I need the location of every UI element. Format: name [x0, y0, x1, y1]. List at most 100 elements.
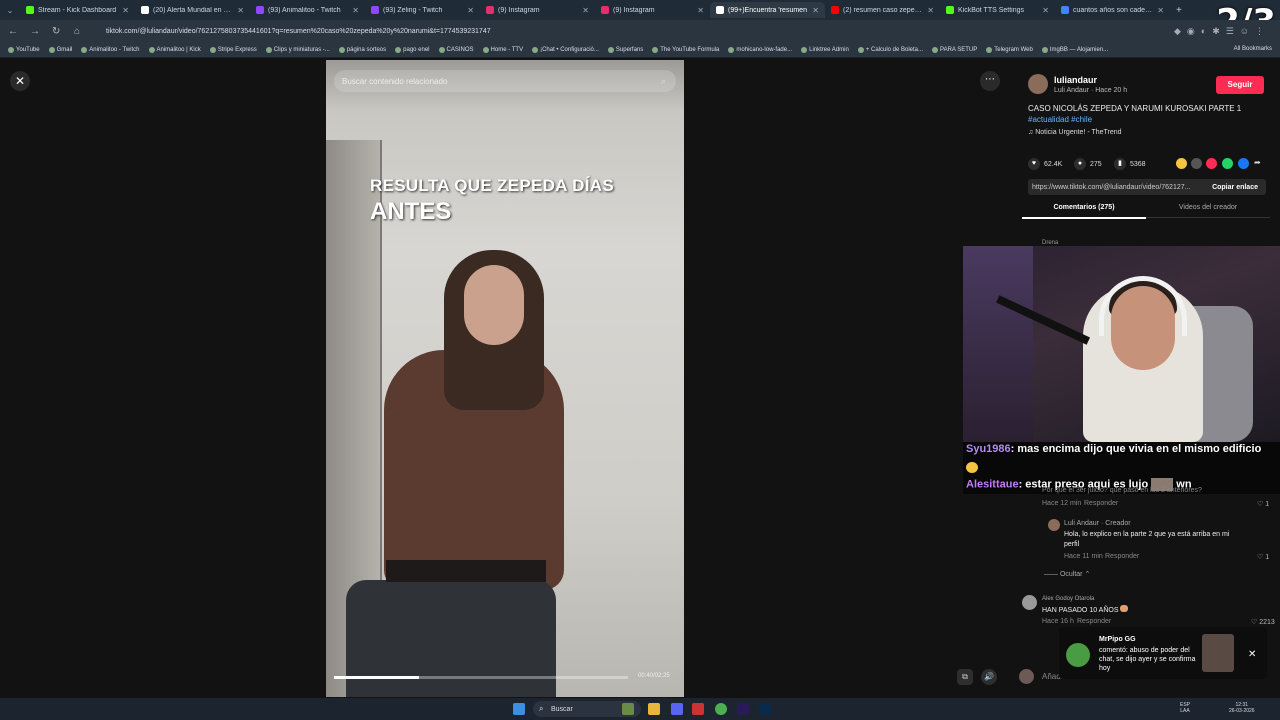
new-tab-button[interactable]: +: [1170, 5, 1182, 16]
video-progress-bar[interactable]: [334, 676, 628, 679]
extension-icons[interactable]: ◆◉◐✱☰☺⋮: [1174, 26, 1270, 37]
comment-like-count[interactable]: ♡ 1: [1257, 500, 1269, 508]
tab-creator-videos[interactable]: Videos del creador: [1146, 204, 1270, 218]
comment-author[interactable]: Alex Godoy Otarola: [1042, 596, 1094, 602]
send-share-icon[interactable]: [1206, 158, 1217, 169]
video-player[interactable]: [326, 60, 684, 697]
bookmark-item[interactable]: ImgBB — Alojamien...: [1041, 46, 1108, 53]
tab-title: (9) Instagram: [613, 6, 655, 14]
comment-like-count[interactable]: ♡ 1: [1257, 553, 1269, 561]
bookmark-item[interactable]: YouTube: [8, 46, 40, 53]
clock[interactable]: 12:31 26-03-2026: [1229, 702, 1255, 714]
copy-link-button[interactable]: Copiar enlace: [1212, 184, 1258, 191]
like-stat[interactable]: ♥ 62.4K: [1028, 158, 1062, 170]
facebook-share-icon[interactable]: [1238, 158, 1249, 169]
music-label[interactable]: ♫ Noticia Urgente! - TheTrend: [1028, 129, 1122, 136]
pip-icon[interactable]: ⧉: [957, 669, 973, 685]
discord-icon[interactable]: [671, 703, 683, 715]
avatar[interactable]: [1048, 519, 1060, 531]
widgets-icon[interactable]: [622, 703, 634, 715]
language-indicator[interactable]: ESP LAA: [1180, 702, 1190, 714]
forward-icon[interactable]: →: [30, 26, 44, 37]
avatar[interactable]: [1028, 74, 1048, 94]
reply-link[interactable]: Responder: [1105, 553, 1139, 560]
bookmarks-bar: YouTube Gmail Animalitoo - Twitch Animalito…: [0, 42, 1280, 58]
bookmark-item[interactable]: CASINOS: [438, 46, 474, 53]
close-tab-icon[interactable]: ✕: [812, 6, 819, 15]
all-bookmarks-link[interactable]: All Bookmarks: [1234, 46, 1272, 52]
bookmark-item[interactable]: Superfans: [607, 46, 643, 53]
video-link-field[interactable]: https://www.tiktok.com/@luliandaur/video…: [1028, 179, 1266, 195]
creator-username[interactable]: luliandaur: [1054, 75, 1097, 85]
bookmark-item[interactable]: Linktree Admin: [801, 46, 849, 53]
browser-tab[interactable]: (20) Alerta Mundial en X: "co ✕: [135, 2, 250, 18]
bookmark-item[interactable]: + Calculo de Boleta...: [857, 46, 923, 53]
home-icon[interactable]: ⌂: [74, 26, 88, 37]
browser-tab[interactable]: (93) Animalitoo - Twitch ✕: [250, 2, 365, 18]
bookmark-item[interactable]: mohicano-low-fade...: [728, 46, 792, 53]
reload-icon[interactable]: ↻: [52, 26, 66, 37]
address-bar: ← → ↻ ⌂ tiktok.com/@luliandaur/video/762…: [0, 20, 1280, 42]
reply-link[interactable]: Responder: [1084, 500, 1118, 507]
reply-link[interactable]: Responder: [1077, 618, 1111, 625]
tab-comments[interactable]: Comentarios (275): [1022, 204, 1146, 219]
bookmark-item[interactable]: The YouTube Formula: [652, 46, 719, 53]
whatsapp-share-icon[interactable]: [1222, 158, 1233, 169]
start-menu-icon[interactable]: [513, 703, 525, 715]
comment-like-count[interactable]: ♡ 2213: [1251, 618, 1275, 626]
more-options-icon[interactable]: ⋯: [980, 71, 1000, 91]
browser-tab[interactable]: (2) resumen caso zepeda y n ✕: [825, 2, 940, 18]
follow-button[interactable]: Seguir: [1216, 76, 1264, 94]
close-tab-icon[interactable]: ✕: [122, 6, 129, 15]
photoshop-icon[interactable]: [759, 703, 771, 715]
bookmark-item[interactable]: ¡Chat • Configuració...: [532, 46, 599, 53]
bookmark-item[interactable]: Stripe Express: [209, 46, 257, 53]
bookmark-item[interactable]: Home - TTV: [482, 46, 523, 53]
browser-tab[interactable]: (9) Instagram ✕: [480, 2, 595, 18]
video-hashtags[interactable]: #actualidad #chile: [1028, 115, 1092, 124]
reply-author[interactable]: Luli Andaur · Creador: [1064, 520, 1131, 527]
bookmark-item[interactable]: Gmail: [48, 46, 72, 53]
close-tab-icon[interactable]: ✕: [237, 6, 244, 15]
close-tab-icon[interactable]: ✕: [1157, 6, 1164, 15]
close-tab-icon[interactable]: ✕: [1042, 6, 1049, 15]
bookmark-item[interactable]: PARA SETUP: [932, 46, 978, 53]
url-field[interactable]: tiktok.com/@luliandaur/video/76212758037…: [106, 28, 491, 35]
browser-tab[interactable]: (9) Instagram ✕: [595, 2, 710, 18]
comment-stat[interactable]: ● 275: [1074, 158, 1102, 170]
close-tab-icon[interactable]: ✕: [582, 6, 589, 15]
back-icon[interactable]: ←: [8, 26, 22, 37]
browser-tab[interactable]: cuantos años son cadena pe ✕: [1055, 2, 1170, 18]
browser-tab[interactable]: (99+)Encuentra 'resumen ✕: [710, 2, 825, 18]
bookmark-item[interactable]: Animalitoo | Kick: [148, 46, 201, 53]
browser-tab[interactable]: Stream - Kick Dashboard ✕: [20, 2, 135, 18]
close-tab-icon[interactable]: ✕: [467, 6, 474, 15]
volume-icon[interactable]: 🔊: [981, 669, 997, 685]
coin-share-icon[interactable]: [1176, 158, 1187, 169]
related-search-input[interactable]: Buscar contenido relacionado ⌕: [334, 70, 676, 92]
save-stat[interactable]: ▮ 5368: [1114, 158, 1146, 170]
browser-tab[interactable]: (93) Zeling - Twitch ✕: [365, 2, 480, 18]
file-explorer-icon[interactable]: [648, 703, 660, 715]
tab-search-icon[interactable]: ⌄: [0, 6, 20, 15]
close-tab-icon[interactable]: ✕: [697, 6, 704, 15]
bookmark-item[interactable]: Animalitoo - Twitch: [81, 46, 140, 53]
browser-tab[interactable]: KickBot TTS Settings ✕: [940, 2, 1055, 18]
bookmark-item[interactable]: pago enel: [395, 46, 430, 53]
close-icon[interactable]: ✕: [10, 71, 30, 91]
arrow-share-icon[interactable]: ➦: [1254, 158, 1265, 169]
bookmark-item[interactable]: Telegram Web: [986, 46, 1033, 53]
embed-share-icon[interactable]: [1191, 158, 1202, 169]
avatar[interactable]: [1022, 595, 1037, 610]
bookmark-label: PARA SETUP: [940, 46, 978, 53]
close-tab-icon[interactable]: ✕: [927, 6, 934, 15]
hide-replies-link[interactable]: —— Ocultar ⌃: [1044, 570, 1090, 578]
notification-close-icon[interactable]: ✕: [1248, 649, 1256, 660]
bookmark-item[interactable]: página sorteos: [338, 46, 386, 53]
app-icon[interactable]: [692, 703, 704, 715]
chrome-icon[interactable]: [715, 703, 727, 715]
close-tab-icon[interactable]: ✕: [352, 6, 359, 15]
bookmark-item[interactable]: Clips y miniaturas -...: [265, 46, 330, 53]
search-icon[interactable]: ⌕: [661, 76, 666, 87]
premiere-icon[interactable]: [737, 703, 749, 715]
